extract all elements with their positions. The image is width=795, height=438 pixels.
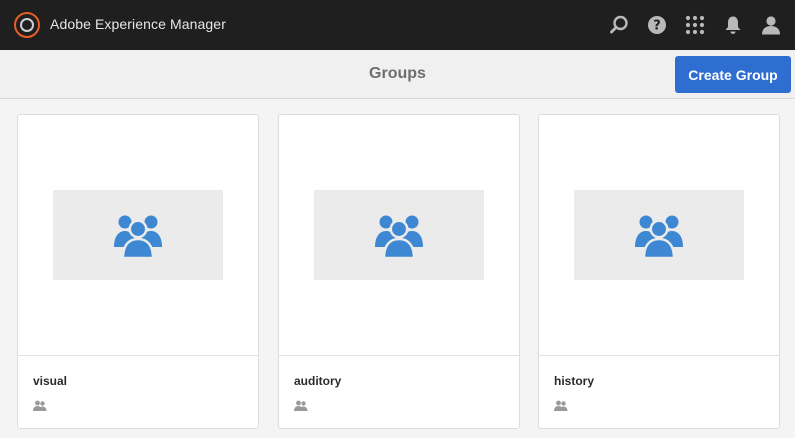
group-name: history xyxy=(554,374,595,388)
notifications-bell-icon[interactable] xyxy=(721,13,745,37)
group-name: auditory xyxy=(294,374,342,388)
create-group-button[interactable]: Create Group xyxy=(675,56,791,93)
group-type-icon xyxy=(554,400,568,411)
group-card[interactable]: history xyxy=(538,114,780,429)
group-thumbnail xyxy=(574,190,744,280)
help-icon[interactable]: ? xyxy=(645,13,669,37)
group-icon xyxy=(635,215,683,259)
app-title[interactable]: Adobe Experience Manager xyxy=(50,16,226,32)
apps-grid-icon[interactable] xyxy=(683,13,707,37)
group-thumbnail xyxy=(314,190,484,280)
search-icon[interactable] xyxy=(607,13,631,37)
aem-logo-icon[interactable] xyxy=(14,12,40,38)
group-type-icon xyxy=(294,400,308,411)
global-header: Adobe Experience Manager ? xyxy=(0,0,795,50)
svg-text:?: ? xyxy=(653,19,661,34)
group-card[interactable]: auditory xyxy=(278,114,520,429)
group-name: visual xyxy=(33,374,68,388)
group-icon xyxy=(114,215,162,259)
group-card[interactable]: visual xyxy=(17,114,259,429)
group-icon xyxy=(375,215,423,259)
group-thumbnail xyxy=(53,190,223,280)
user-profile-icon[interactable] xyxy=(759,13,783,37)
group-type-icon xyxy=(33,400,47,411)
